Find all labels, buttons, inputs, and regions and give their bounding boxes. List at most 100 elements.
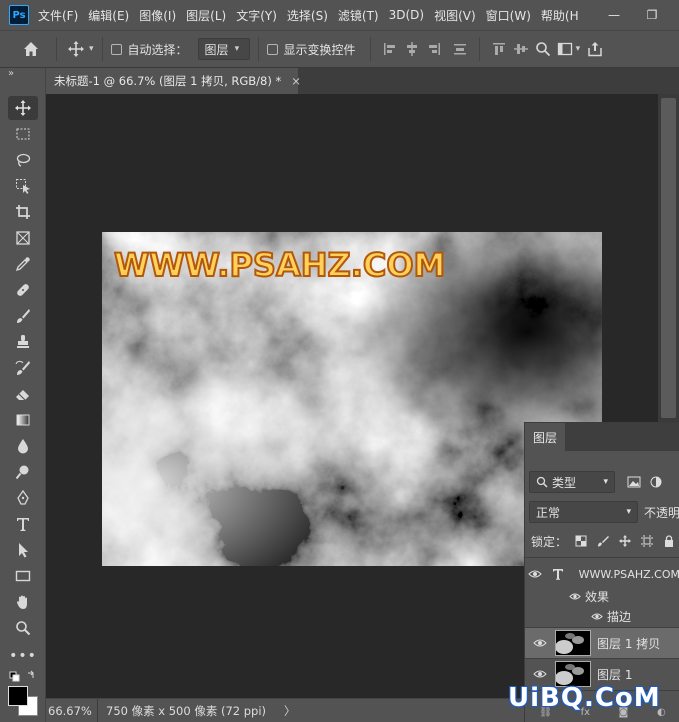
move-tool-preset[interactable]	[65, 38, 87, 60]
history-brush-icon	[15, 360, 30, 375]
tab-layers[interactable]: 图层	[525, 423, 565, 451]
eyedropper-tool[interactable]	[8, 252, 38, 276]
type-tool[interactable]	[8, 512, 38, 536]
align-top-button[interactable]	[488, 38, 510, 60]
document-info: 750 像素 x 500 像素 (72 ppi)	[106, 703, 267, 718]
lock-image-icon[interactable]	[597, 535, 610, 547]
hand-icon	[16, 595, 27, 609]
layers-panel-header: 图层	[525, 423, 679, 451]
menu-3d[interactable]: 3D(D)	[389, 8, 424, 22]
menu-help[interactable]: 帮助(H	[541, 7, 579, 24]
clouds-thumbnail	[556, 631, 590, 655]
menu-layer[interactable]: 图层(L)	[186, 7, 226, 24]
menu-filter[interactable]: 滤镜(T)	[338, 7, 379, 24]
auto-select-checkbox[interactable]	[110, 43, 122, 55]
chevron-down-icon: ▾	[234, 44, 240, 54]
blend-mode-dropdown[interactable]: 正常 ▾	[529, 501, 638, 523]
eye-icon	[591, 613, 603, 619]
visibility-toggle[interactable]	[525, 638, 555, 648]
align-right-icon	[428, 43, 440, 55]
history-brush-tool[interactable]	[8, 356, 38, 380]
restore-button[interactable]: ❐	[634, 0, 670, 30]
photoshop-logo[interactable]: Ps	[9, 5, 29, 25]
share-button[interactable]	[584, 38, 606, 60]
eye-icon	[533, 639, 547, 647]
eraser-tool[interactable]	[8, 382, 38, 406]
frame-tool[interactable]	[8, 226, 38, 250]
layer-effect-stroke-row[interactable]: 描边	[525, 606, 679, 626]
layers-panel: 图层 类型 ▾ 正常 ▾ 不透明 锁定： WWW.PSAHZ.COM 效果 描边…	[524, 422, 679, 722]
close-tab-icon[interactable]: ×	[291, 74, 301, 88]
gradient-tool[interactable]	[8, 408, 38, 432]
align-vcenter-button[interactable]	[510, 38, 532, 60]
canvas-text-layer[interactable]: WWW.PSAHZ.COM	[113, 245, 446, 285]
home-button[interactable]	[20, 38, 42, 60]
filter-adjustment-button[interactable]	[645, 471, 667, 493]
more-tools-button[interactable]: •••	[8, 644, 38, 668]
auto-select-label: 自动选择：	[127, 42, 188, 57]
move-tool[interactable]	[8, 96, 38, 120]
chevron-down-icon[interactable]: ▾	[576, 44, 581, 54]
separator	[478, 37, 480, 61]
clone-stamp-tool[interactable]	[8, 330, 38, 354]
rectangle-tool[interactable]	[8, 564, 38, 588]
menu-view[interactable]: 视图(V)	[434, 7, 476, 24]
ellipsis-icon: •••	[9, 648, 37, 664]
marquee-tool[interactable]	[8, 122, 38, 146]
layer-row-text[interactable]: WWW.PSAHZ.COM	[525, 563, 679, 585]
distribute-button[interactable]	[449, 38, 471, 60]
layer-row-layer1-copy[interactable]: 图层 1 拷贝	[525, 628, 679, 658]
menu-bar: Ps 文件(F) 编辑(E) 图像(I) 图层(L) 文字(Y) 选择(S) 滤…	[0, 0, 679, 30]
align-center-button[interactable]	[401, 38, 423, 60]
healing-brush-tool[interactable]	[8, 278, 38, 302]
scrollbar-thumb[interactable]	[661, 98, 676, 418]
menu-type[interactable]: 文字(Y)	[236, 7, 277, 24]
show-transform-checkbox[interactable]	[266, 43, 278, 55]
collapse-toolbar-icon[interactable]: »	[8, 68, 14, 79]
lasso-tool[interactable]	[8, 148, 38, 172]
menu-window[interactable]: 窗口(W)	[486, 7, 531, 24]
stroke-visibility-toggle[interactable]	[525, 612, 603, 621]
lock-position-icon[interactable]	[619, 535, 632, 547]
blur-tool[interactable]	[8, 434, 38, 458]
menu-file[interactable]: 文件(F)	[38, 7, 78, 24]
filter-kind-dropdown[interactable]: 类型 ▾	[529, 471, 615, 493]
foreground-color-swatch[interactable]	[8, 686, 28, 706]
zoom-tool[interactable]	[8, 616, 38, 640]
status-menu-icon[interactable]: 〉	[284, 703, 296, 719]
layer-effects-row[interactable]: 效果	[525, 586, 679, 606]
object-select-tool[interactable]	[8, 174, 38, 198]
path-select-tool[interactable]	[8, 538, 38, 562]
align-left-button[interactable]	[379, 38, 401, 60]
type-icon	[553, 569, 564, 580]
menu-select[interactable]: 选择(S)	[287, 7, 328, 24]
pen-tool[interactable]	[8, 486, 38, 510]
menu-edit[interactable]: 编辑(E)	[88, 7, 129, 24]
zoom-level[interactable]: 66.67%	[46, 699, 98, 722]
effects-visibility-toggle[interactable]	[525, 592, 581, 601]
dodge-tool[interactable]	[8, 460, 38, 484]
swap-colors-controls[interactable]	[8, 670, 38, 682]
chevron-down-icon[interactable]: ▾	[89, 44, 94, 54]
text-layer-thumbnail	[546, 568, 571, 580]
hand-tool[interactable]	[8, 590, 38, 614]
brush-tool[interactable]	[8, 304, 38, 328]
crop-tool[interactable]	[8, 200, 38, 224]
visibility-toggle[interactable]	[525, 569, 546, 579]
lock-transparent-icon[interactable]	[575, 535, 587, 547]
workspace-button[interactable]	[554, 38, 576, 60]
auto-select-dropdown[interactable]: 图层 ▾	[197, 38, 250, 60]
eyedropper-icon	[15, 257, 30, 272]
search-button[interactable]	[532, 38, 554, 60]
filter-pixel-button[interactable]	[623, 471, 645, 493]
align-top-icon	[492, 43, 505, 55]
align-right-button[interactable]	[423, 38, 445, 60]
document-tab[interactable]: 未标题-1 @ 66.7% (图层 1 拷贝, RGB/8) * ×	[46, 68, 301, 94]
lock-all-icon[interactable]	[663, 535, 675, 547]
minimize-button[interactable]: —	[596, 0, 632, 30]
lock-artboard-icon[interactable]	[641, 535, 654, 547]
stamp-icon	[17, 335, 29, 348]
restore-icon: ❐	[646, 8, 658, 22]
visibility-toggle[interactable]	[525, 669, 555, 679]
menu-image[interactable]: 图像(I)	[139, 7, 176, 24]
